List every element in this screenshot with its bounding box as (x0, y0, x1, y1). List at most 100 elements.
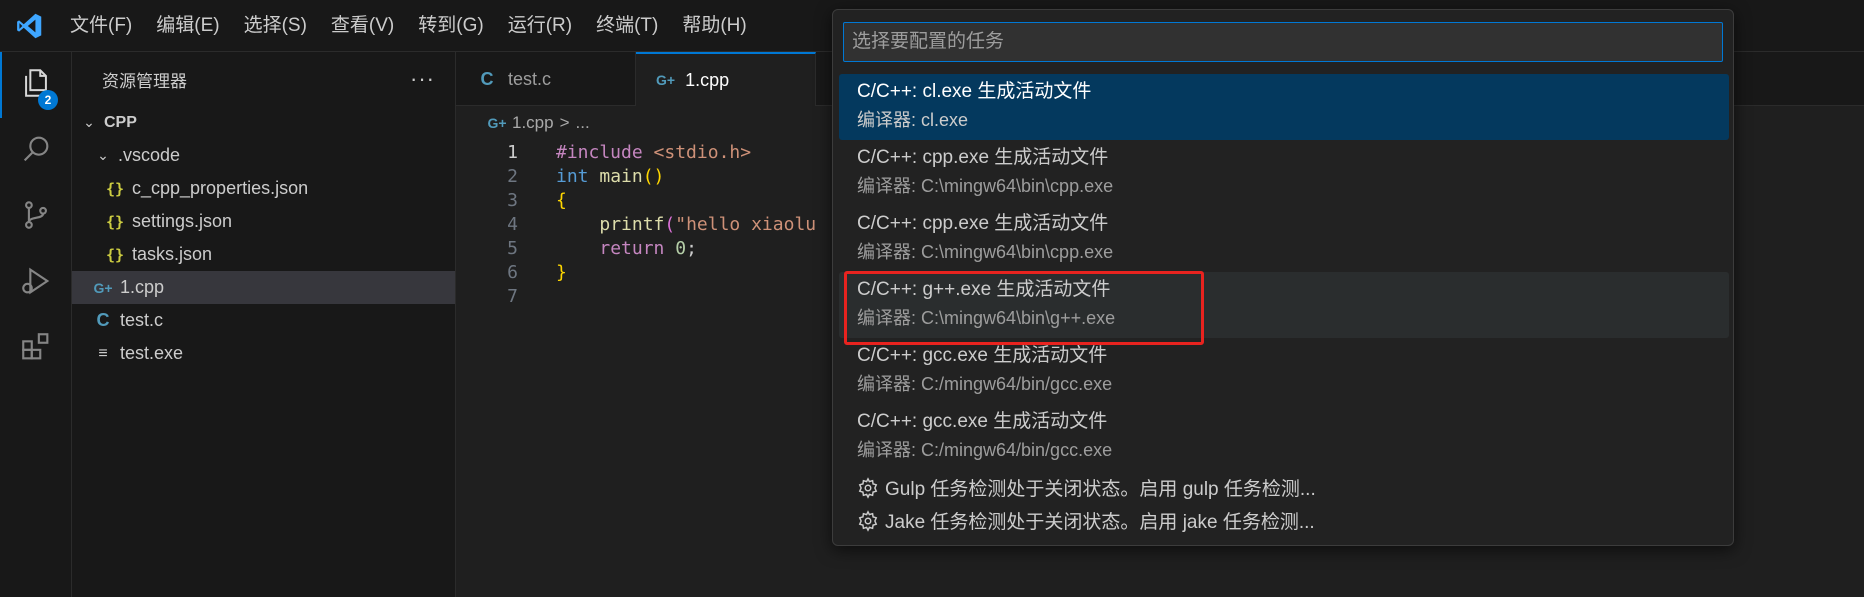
line-number: 6 (507, 261, 518, 283)
code-token: <stdio.h> (653, 141, 752, 163)
menu-edit[interactable]: 编辑(E) (144, 0, 231, 52)
quick-pick-action-label: Gulp 任务检测处于关闭状态。启用 gulp 任务检测... (885, 479, 1316, 500)
tab-label: 1.cpp (685, 69, 730, 90)
tree-folder-vscode[interactable]: ⌄ .vscode (72, 139, 455, 172)
quick-pick-item-label: C/C++: cpp.exe 生成活动文件 (857, 213, 1109, 234)
code-token: ( (664, 213, 676, 235)
line-number: 3 (507, 189, 518, 211)
quick-pick-item[interactable]: C/C++: cpp.exe 生成活动文件 编译器: C:\mingw64\bi… (839, 206, 1729, 272)
tab-label: test.c (508, 68, 552, 89)
tree-file[interactable]: {} tasks.json (72, 238, 455, 271)
menu-help[interactable]: 帮助(H) (670, 0, 758, 52)
exe-file-icon: ≡ (98, 344, 108, 362)
quick-pick-item-label: C/C++: cl.exe 生成活动文件 (857, 81, 1092, 102)
gear-icon (857, 509, 879, 532)
code-token: printf (599, 213, 665, 235)
source-control-icon (19, 198, 53, 237)
sidebar-title: 资源管理器 (102, 71, 187, 91)
c-file-icon: C (96, 310, 110, 330)
line-number: 4 (507, 213, 518, 235)
quick-pick-item[interactable]: C/C++: gcc.exe 生成活动文件 编译器: C:/mingw64/bi… (839, 404, 1729, 470)
activity-bar: 2 (0, 52, 72, 597)
code-token: #include (556, 141, 643, 163)
tree-file[interactable]: ≡ test.exe (72, 337, 455, 370)
tab-1-cpp[interactable]: G+ 1.cpp (636, 52, 816, 106)
code-token: () (642, 165, 665, 187)
json-file-icon: {} (105, 245, 125, 264)
quick-pick-action[interactable]: Gulp 任务检测处于关闭状态。启用 gulp 任务检测... (839, 471, 1729, 504)
code-token: { (556, 189, 567, 211)
line-number: 7 (507, 285, 518, 307)
highlight-annotation (844, 271, 1204, 345)
quick-pick-item-detail: 编译器: C:/mingw64/bin/gcc.exe (857, 374, 1113, 394)
file-label: test.c (120, 310, 164, 330)
file-label: 1.cpp (120, 277, 165, 297)
file-label: c_cpp_properties.json (132, 178, 309, 198)
line-number: 1 (507, 141, 518, 163)
tab-test-c[interactable]: C test.c (456, 52, 636, 106)
code-token: main (599, 165, 643, 187)
chevron-down-icon: ⌄ (97, 147, 109, 163)
explorer-button[interactable]: 2 (0, 52, 72, 118)
source-control-button[interactable] (0, 184, 72, 250)
breadcrumb-file[interactable]: 1.cpp (512, 113, 554, 133)
explorer-badge: 2 (38, 90, 58, 110)
run-debug-button[interactable] (0, 250, 72, 316)
line-number: 5 (507, 237, 518, 259)
search-icon (19, 132, 53, 171)
extensions-button[interactable] (0, 316, 72, 382)
quick-pick-item-detail: 编译器: C:\mingw64\bin\cpp.exe (857, 176, 1114, 196)
file-label: settings.json (132, 211, 233, 231)
run-debug-icon (19, 264, 53, 303)
quick-pick-item-label: C/C++: cpp.exe 生成活动文件 (857, 147, 1109, 168)
code-token: ; (686, 237, 697, 259)
breadcrumb: G+ 1.cpp > ... (456, 108, 590, 138)
cpp-file-icon: G+ (656, 72, 676, 88)
quick-pick-item[interactable]: C/C++: gcc.exe 生成活动文件 编译器: C:/mingw64/bi… (839, 338, 1729, 404)
menu-selection[interactable]: 选择(S) (232, 0, 319, 52)
quick-pick-item[interactable]: C/C++: cl.exe 生成活动文件 编译器: cl.exe (839, 74, 1729, 140)
breadcrumb-separator: > (559, 113, 570, 132)
tree-root-folder[interactable]: ⌄ CPP (72, 106, 455, 139)
code-line: 7 (456, 282, 518, 310)
tree-file[interactable]: {} settings.json (72, 205, 455, 238)
breadcrumb-symbol[interactable]: ... (576, 113, 590, 133)
more-actions-icon[interactable]: ··· (410, 66, 435, 92)
quick-pick-action[interactable]: Jake 任务检测处于关闭状态。启用 jake 任务检测... (839, 504, 1729, 537)
quick-pick-item[interactable]: C/C++: cpp.exe 生成活动文件 编译器: C:\mingw64\bi… (839, 140, 1729, 206)
extensions-icon (19, 330, 53, 369)
search-button[interactable] (0, 118, 72, 184)
menu-file[interactable]: 文件(F) (58, 0, 144, 52)
quick-pick-item-label: C/C++: gcc.exe 生成活动文件 (857, 345, 1108, 366)
quick-pick-item-label: C/C++: gcc.exe 生成活动文件 (857, 411, 1108, 432)
chevron-down-icon: ⌄ (83, 114, 95, 130)
quick-pick-action-label: Jake 任务检测处于关闭状态。启用 jake 任务检测... (885, 512, 1315, 533)
line-number: 2 (507, 165, 518, 187)
json-file-icon: {} (105, 212, 125, 231)
quick-pick-input[interactable] (843, 22, 1723, 62)
code-token: return (599, 237, 665, 259)
menu-run[interactable]: 运行(R) (496, 0, 584, 52)
root-folder-label: CPP (104, 113, 137, 131)
file-label: test.exe (120, 343, 184, 363)
c-file-icon: C (480, 68, 494, 89)
code-token: 0 (675, 237, 687, 259)
explorer-sidebar: 资源管理器 ··· ⌄ CPP ⌄ .vscode {} c_cpp_prope… (72, 52, 456, 597)
vscode-logo-icon[interactable] (0, 0, 58, 52)
code-token: "hello xiaolu (675, 213, 817, 235)
sidebar-header: 资源管理器 ··· (72, 52, 455, 106)
file-label: tasks.json (132, 244, 213, 264)
cpp-file-icon: G+ (93, 279, 113, 296)
menu-terminal[interactable]: 终端(T) (584, 0, 670, 52)
menu-view[interactable]: 查看(V) (319, 0, 406, 52)
code-token: int (556, 165, 589, 187)
tree-file[interactable]: C test.c (72, 304, 455, 337)
tree-file[interactable]: {} c_cpp_properties.json (72, 172, 455, 205)
tree-file-selected[interactable]: G+ 1.cpp (72, 271, 455, 304)
quick-pick-item-detail: 编译器: C:/mingw64/bin/gcc.exe (857, 440, 1113, 460)
quick-pick-item-detail: 编译器: cl.exe (857, 110, 969, 130)
json-file-icon: {} (105, 179, 125, 198)
folder-label: .vscode (118, 145, 181, 165)
menu-go[interactable]: 转到(G) (406, 0, 495, 52)
quick-pick-item-detail: 编译器: C:\mingw64\bin\cpp.exe (857, 242, 1114, 262)
